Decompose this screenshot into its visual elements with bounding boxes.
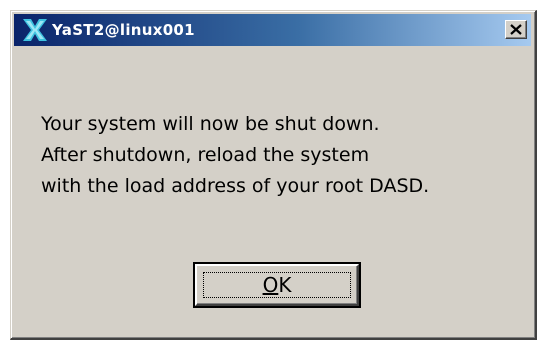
shutdown-dialog: YaST2@linux001 Your system will now be s…: [10, 10, 537, 340]
message-line-2: After shutdown, reload the system: [41, 144, 370, 166]
window-title: YaST2@linux001: [52, 21, 195, 39]
yast-x-logo-icon: [23, 19, 47, 41]
message-line-1: Your system will now be shut down.: [41, 113, 380, 135]
message-line-3: with the load address of your root DASD.: [41, 175, 430, 197]
ok-button-focus-rect: OK: [203, 272, 351, 298]
message-text: Your system will now be shut down. After…: [41, 109, 521, 202]
ok-button-label: OK: [263, 273, 292, 297]
close-button[interactable]: [505, 20, 527, 39]
ok-mnemonic: O: [262, 273, 279, 297]
close-icon: [510, 24, 522, 35]
ok-label-rest: K: [278, 273, 292, 297]
ok-button-bevel: OK: [195, 264, 359, 306]
ok-button[interactable]: OK: [193, 262, 361, 308]
title-bar[interactable]: YaST2@linux001: [14, 14, 531, 46]
